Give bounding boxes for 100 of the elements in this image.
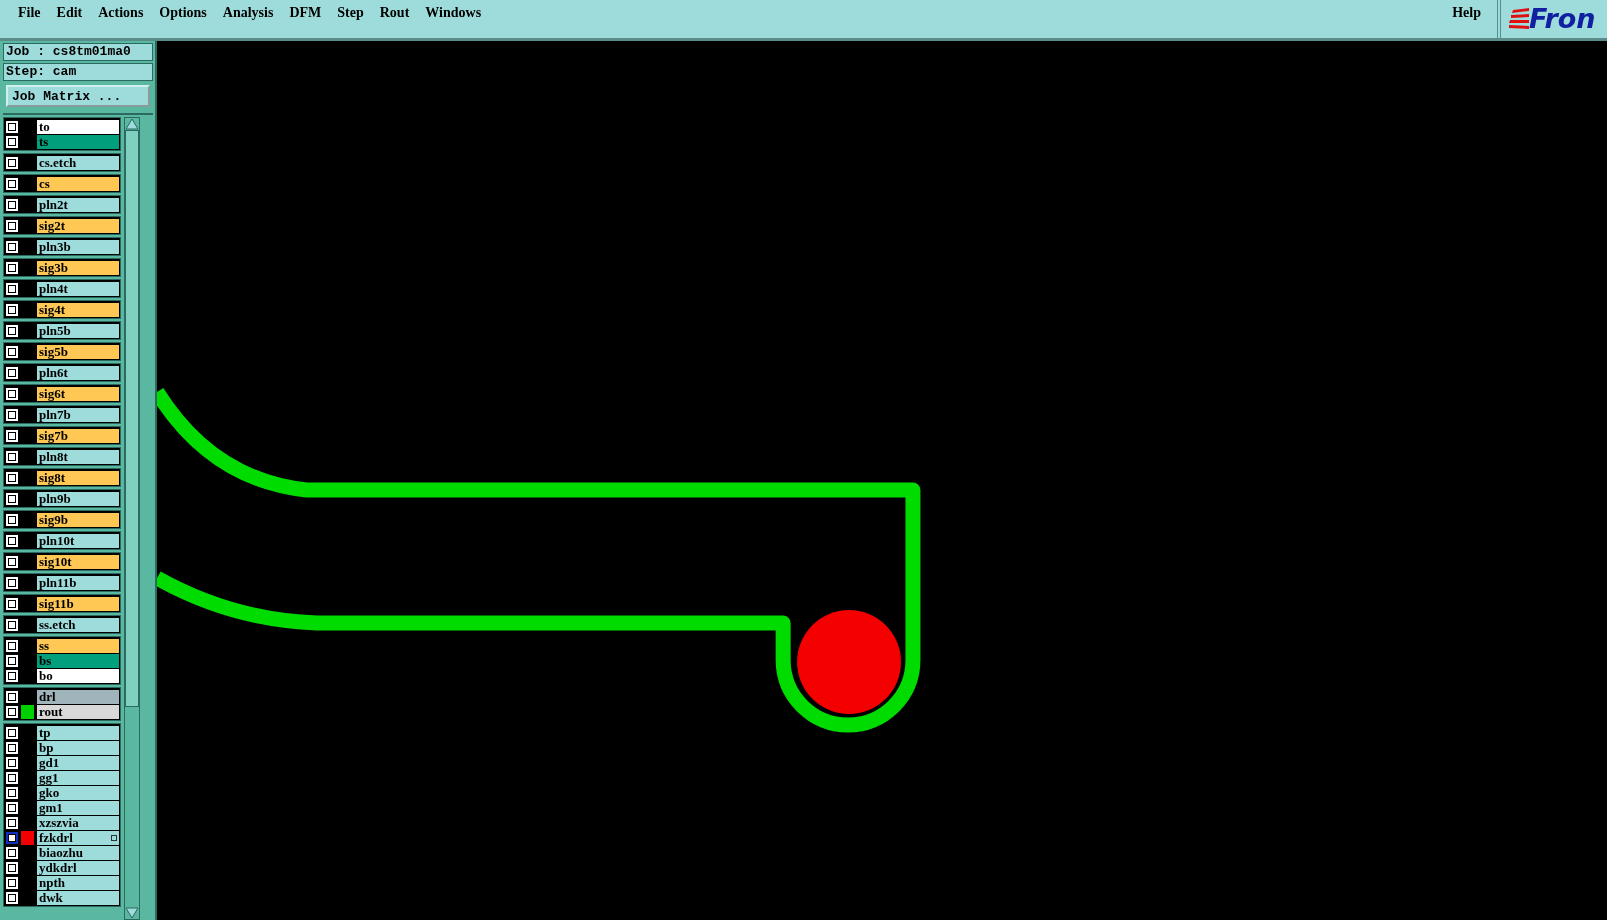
layer-select-button[interactable] <box>6 387 18 400</box>
menu-item[interactable]: Options <box>151 5 215 21</box>
menu-item[interactable]: Step <box>329 5 372 21</box>
layer-select-button[interactable] <box>6 450 18 463</box>
layer-name[interactable]: sig9b <box>37 512 119 527</box>
layer-name[interactable]: sig6t <box>37 386 119 401</box>
menu-item[interactable]: Analysis <box>214 5 282 21</box>
layer-name[interactable]: npth <box>37 875 119 890</box>
layer-select-button[interactable] <box>6 513 18 526</box>
layer-name[interactable]: pln4t <box>37 281 119 296</box>
layer-name[interactable]: xzszvia <box>37 815 119 830</box>
layer-name[interactable]: gd1 <box>37 755 119 770</box>
layer-name[interactable]: ss.etch <box>37 617 119 632</box>
scroll-down-icon[interactable] <box>125 907 139 919</box>
layer-name[interactable]: to <box>37 119 119 134</box>
layer-name[interactable]: dwk <box>37 890 119 905</box>
layer-name[interactable]: biaozhu <box>37 845 119 860</box>
layer-select-button[interactable] <box>6 555 18 568</box>
layer-select-button[interactable] <box>6 786 18 799</box>
layer-name[interactable]: pln9b <box>37 491 119 506</box>
layer-name[interactable]: ss <box>37 638 119 653</box>
layer-name[interactable]: sig11b <box>37 596 119 611</box>
layer-select-button[interactable] <box>6 156 18 169</box>
layer-select-button[interactable] <box>6 177 18 190</box>
layer-select-button[interactable] <box>6 240 18 253</box>
layer-select-button[interactable] <box>6 303 18 316</box>
layer-name[interactable]: pln3b <box>37 239 119 254</box>
layer-select-button[interactable] <box>6 135 18 148</box>
layer-select-button[interactable] <box>6 408 18 421</box>
layer-select-button[interactable] <box>6 654 18 667</box>
layer-select-button[interactable] <box>6 429 18 442</box>
scroll-thumb[interactable] <box>125 130 139 707</box>
layer-select-button[interactable] <box>6 846 18 859</box>
layer-select-button[interactable] <box>6 861 18 874</box>
layer-select-button[interactable] <box>6 576 18 589</box>
menu-item[interactable]: DFM <box>281 5 330 21</box>
layer-select-button[interactable] <box>6 597 18 610</box>
layer-select-button[interactable] <box>6 891 18 904</box>
menu-item[interactable]: Actions <box>90 5 152 21</box>
layer-name[interactable]: pln2t <box>37 197 119 212</box>
layer-name[interactable]: sig4t <box>37 302 119 317</box>
layer-select-button[interactable] <box>6 198 18 211</box>
layer-select-button[interactable] <box>6 120 18 133</box>
layer-select-button[interactable] <box>6 282 18 295</box>
layer-name[interactable]: ydkdrl <box>37 860 119 875</box>
layer-name[interactable]: drl <box>37 689 119 704</box>
layer-name[interactable]: pln11b <box>37 575 119 590</box>
layer-name[interactable]: fzkdrl <box>37 830 119 845</box>
layer-name[interactable]: bo <box>37 668 119 683</box>
layer-select-button[interactable] <box>6 219 18 232</box>
layer-select-button[interactable] <box>6 639 18 652</box>
layer-name[interactable]: pln5b <box>37 323 119 338</box>
layer-name[interactable]: pln10t <box>37 533 119 548</box>
layer-name[interactable]: sig8t <box>37 470 119 485</box>
speed-stripes-icon <box>1509 8 1529 30</box>
layer-select-button[interactable] <box>6 801 18 814</box>
job-matrix-button[interactable]: Job Matrix ... <box>6 85 150 107</box>
layer-name[interactable]: cs.etch <box>37 155 119 170</box>
layer-select-button[interactable] <box>6 492 18 505</box>
menu-item[interactable]: Help <box>1452 0 1497 21</box>
layer-select-button[interactable] <box>6 618 18 631</box>
layer-name[interactable]: pln8t <box>37 449 119 464</box>
layer-select-button[interactable] <box>6 816 18 829</box>
layer-name[interactable]: bs <box>37 653 119 668</box>
layer-name[interactable]: gko <box>37 785 119 800</box>
expand-icon[interactable] <box>111 834 117 841</box>
layer-name[interactable]: sig5b <box>37 344 119 359</box>
layer-select-button[interactable] <box>6 705 18 718</box>
layer-name[interactable]: sig2t <box>37 218 119 233</box>
layer-name[interactable]: pln6t <box>37 365 119 380</box>
layer-name[interactable]: gm1 <box>37 800 119 815</box>
layer-select-button[interactable] <box>6 471 18 484</box>
layer-name[interactable]: gg1 <box>37 770 119 785</box>
menu-item[interactable]: Windows <box>417 5 490 21</box>
layer-select-button[interactable] <box>6 366 18 379</box>
layer-name[interactable]: rout <box>37 704 119 719</box>
layer-select-button[interactable] <box>6 771 18 784</box>
layer-select-button[interactable] <box>6 876 18 889</box>
layer-name[interactable]: tp <box>37 725 119 740</box>
layer-select-button[interactable] <box>6 669 18 682</box>
layer-name[interactable]: pln7b <box>37 407 119 422</box>
layer-select-button[interactable] <box>6 726 18 739</box>
menu-item[interactable]: Edit <box>48 5 91 21</box>
layer-select-button[interactable] <box>6 345 18 358</box>
layer-name[interactable]: cs <box>37 176 119 191</box>
layer-select-button[interactable] <box>6 324 18 337</box>
scrollbar[interactable] <box>124 117 140 920</box>
layer-select-button[interactable] <box>6 741 18 754</box>
layer-name[interactable]: sig10t <box>37 554 119 569</box>
layer-select-button[interactable] <box>6 534 18 547</box>
layer-name[interactable]: sig3b <box>37 260 119 275</box>
layer-name[interactable]: ts <box>37 134 119 149</box>
layer-select-button[interactable] <box>6 756 18 769</box>
layer-select-button[interactable] <box>6 261 18 274</box>
menu-item[interactable]: File <box>10 5 49 21</box>
layer-name[interactable]: sig7b <box>37 428 119 443</box>
menu-item[interactable]: Rout <box>371 5 418 21</box>
layer-name[interactable]: bp <box>37 740 119 755</box>
layer-select-button[interactable] <box>6 831 18 844</box>
layer-select-button[interactable] <box>6 690 18 703</box>
